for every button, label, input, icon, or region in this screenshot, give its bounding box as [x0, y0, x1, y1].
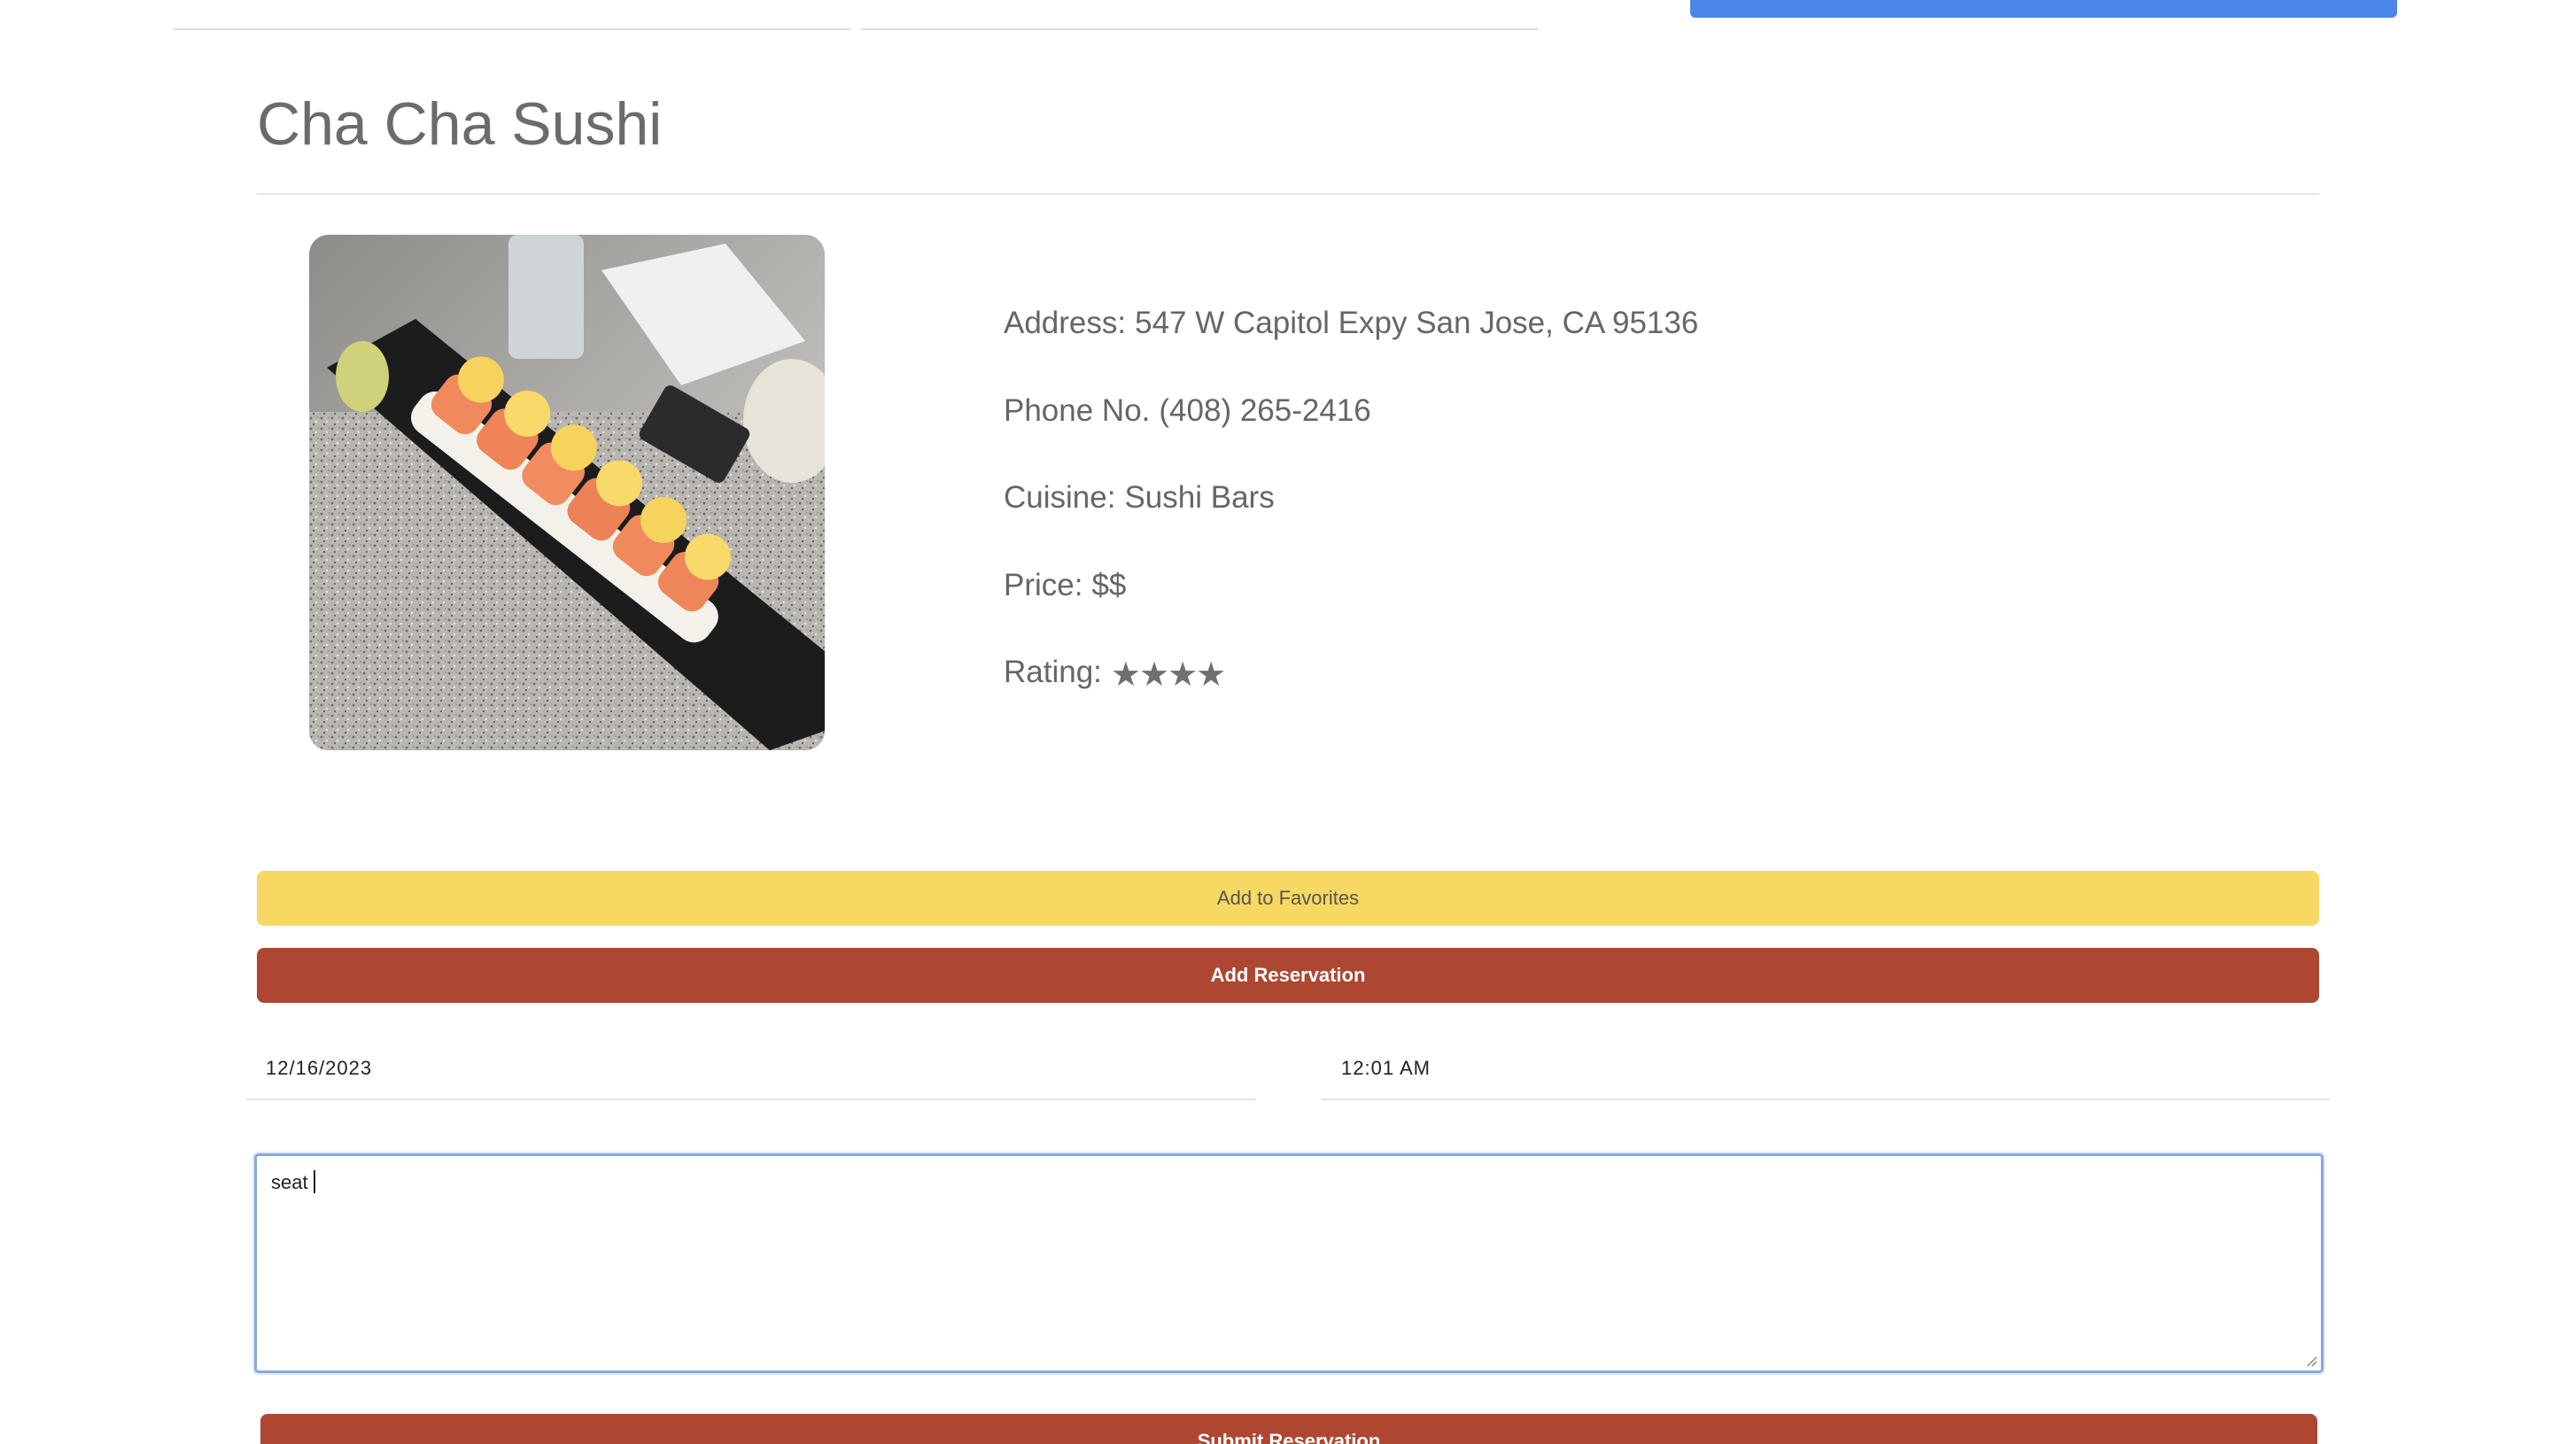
cuisine-line: Cuisine: Sushi Bars	[1004, 476, 1698, 563]
address-line: Address: 547 W Capitol Expy San Jose, CA …	[1004, 301, 1698, 389]
reservation-time-input[interactable]: 12:01 AM	[1322, 1038, 2330, 1100]
rating-label: Rating:	[1004, 655, 1102, 689]
cuisine-label: Cuisine:	[1004, 480, 1116, 515]
address-value: 547 W Capitol Expy San Jose, CA 95136	[1135, 306, 1699, 340]
top-input-left[interactable]	[174, 0, 850, 30]
title-divider	[257, 193, 2319, 195]
rating-line: Rating: ★★★★	[1004, 650, 1698, 738]
price-line: Price: $$	[1004, 563, 1698, 651]
star-icon: ★	[1168, 656, 1199, 694]
restaurant-name: Cha Cha Sushi	[257, 90, 663, 158]
reservation-date-value: 12/16/2023	[266, 1057, 373, 1079]
star-icon: ★	[1138, 656, 1170, 694]
price-label: Price:	[1004, 567, 1083, 602]
restaurant-info: Address: 547 W Capitol Expy San Jose, CA …	[1004, 301, 1698, 738]
reservation-note-text: seat	[271, 1171, 308, 1193]
price-value: $$	[1091, 567, 1127, 602]
top-action-button[interactable]	[1690, 0, 2397, 18]
top-input-right[interactable]	[861, 0, 1538, 30]
submit-reservation-button[interactable]: Submit Reservation	[260, 1414, 2317, 1444]
phone-line: Phone No. (408) 265-2416	[1004, 389, 1698, 477]
reservation-time-value: 12:01 AM	[1341, 1057, 1431, 1079]
text-caret	[313, 1170, 315, 1193]
add-reservation-button[interactable]: Add Reservation	[257, 948, 2319, 1003]
reservation-note-textarea[interactable]: seat	[254, 1153, 2324, 1373]
sushi-photo-icon	[309, 235, 825, 750]
reservation-date-input[interactable]: 12/16/2023	[246, 1038, 1256, 1100]
star-icon: ★	[1110, 656, 1141, 694]
star-icon: ★	[1196, 656, 1227, 694]
address-label: Address:	[1004, 306, 1127, 340]
restaurant-detail-page: Cha Cha Sushi Address: 547 W Capitol Exp…	[0, 0, 2576, 1444]
phone-value: (408) 265-2416	[1159, 392, 1371, 428]
phone-label: Phone No.	[1004, 392, 1151, 428]
rating-stars: ★★★★	[1110, 653, 1227, 698]
cuisine-value: Sushi Bars	[1124, 480, 1275, 515]
restaurant-photo	[309, 235, 825, 750]
resize-grip-icon[interactable]	[2303, 1353, 2317, 1367]
add-to-favorites-button[interactable]: Add to Favorites	[257, 871, 2319, 926]
